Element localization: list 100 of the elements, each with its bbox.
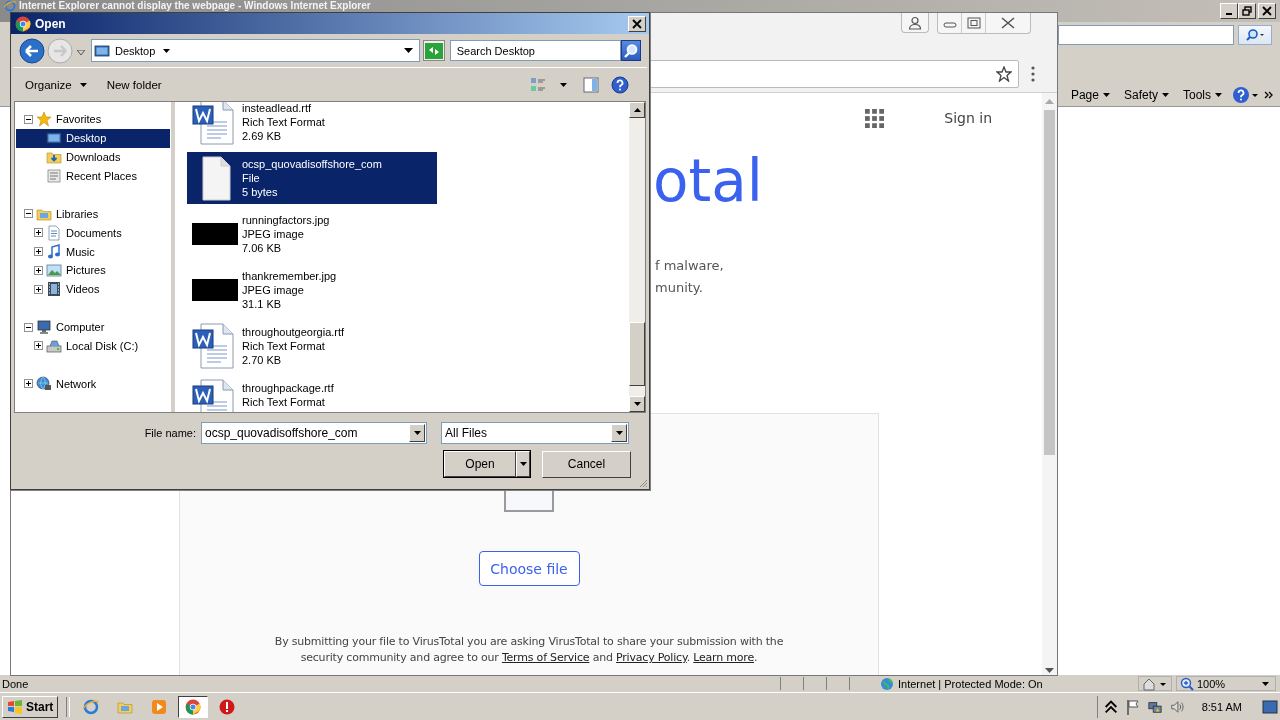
tree-item[interactable]: Local Disk (C:) — [16, 336, 170, 356]
tree-item[interactable]: Pictures — [16, 261, 170, 280]
tree-label: Computer — [56, 321, 105, 334]
scroll-down-icon[interactable] — [633, 402, 641, 406]
tree-item[interactable]: Downloads — [16, 147, 170, 167]
file-type-dropdown[interactable]: All Files — [441, 422, 629, 444]
expander-icon[interactable] — [34, 265, 43, 275]
profile-button[interactable] — [901, 13, 929, 33]
scroll-up-icon[interactable] — [633, 108, 641, 112]
maximize-icon — [966, 17, 981, 29]
search-field[interactable] — [1058, 25, 1234, 45]
search-icon — [623, 42, 640, 59]
notice-link[interactable]: Terms of Service — [501, 651, 590, 664]
command-menu[interactable]: Page — [1066, 88, 1114, 102]
preview-pane-icon[interactable] — [583, 76, 599, 93]
apps-grid-icon[interactable] — [865, 108, 885, 128]
browser-logo-icon — [83, 698, 100, 715]
tree-item[interactable]: Documents — [16, 223, 170, 243]
file-name-combobox[interactable]: ocsp_quovadisoffshore_com — [201, 422, 427, 444]
refresh-button[interactable] — [422, 40, 445, 61]
network-icon — [36, 375, 52, 392]
caret-icon — [1215, 93, 1222, 97]
caret-icon[interactable] — [615, 431, 623, 435]
show-hidden-icons-icon[interactable] — [1103, 698, 1118, 715]
back-button[interactable] — [19, 37, 45, 64]
scrollbar[interactable] — [1042, 93, 1057, 675]
file-item[interactable]: insteadlead.rtf Rich Text Format 2.69 KB — [187, 102, 437, 148]
file-item[interactable]: runningfactors.jpg JPEG image 7.06 KB — [187, 208, 437, 260]
file-type: File — [242, 171, 260, 185]
help-button[interactable] — [1232, 86, 1258, 104]
file-item[interactable]: thankremember.jpg JPEG image 31.1 KB — [187, 264, 437, 316]
search-button[interactable] — [1238, 25, 1272, 45]
file-item[interactable]: throughoutgeorgia.rtf Rich Text Format 2.70 KB — [187, 320, 437, 372]
expander-icon[interactable] — [24, 379, 33, 389]
tree-item[interactable]: Network — [16, 374, 170, 394]
sign-in-link[interactable]: Sign in — [944, 110, 992, 126]
scroll-down-icon[interactable] — [1045, 668, 1054, 673]
command-menu[interactable]: Tools — [1179, 88, 1226, 102]
tree-item[interactable]: Music — [16, 242, 170, 261]
scrollbar[interactable] — [629, 102, 645, 412]
flag-icon[interactable] — [1125, 698, 1140, 715]
expander-icon[interactable] — [24, 209, 33, 219]
restore-button[interactable] — [1238, 3, 1256, 19]
help-icon — [1232, 86, 1258, 104]
file-item[interactable]: throughpackage.rtf Rich Text Format — [187, 376, 437, 412]
bookmark-star-icon[interactable] — [996, 65, 1012, 82]
tree-item[interactable]: Recent Places — [16, 166, 170, 186]
scroll-thumb[interactable] — [1044, 110, 1055, 455]
menu-icon[interactable] — [1031, 65, 1035, 82]
dropdown-caret-icon[interactable] — [403, 48, 413, 53]
start-button[interactable]: Start — [2, 695, 59, 718]
tree-item[interactable]: Computer — [16, 317, 170, 337]
open-button[interactable]: Open — [444, 451, 516, 477]
expander-icon[interactable] — [34, 284, 43, 294]
chevron-icon[interactable] — [1264, 91, 1274, 99]
cancel-button[interactable]: Cancel — [542, 450, 631, 478]
tree-item[interactable]: Favorites — [16, 110, 170, 129]
file-name: runningfactors.jpg — [242, 213, 330, 227]
expander-icon[interactable] — [24, 322, 33, 332]
search-button[interactable] — [621, 40, 641, 61]
help-icon[interactable] — [611, 75, 629, 94]
clock[interactable]: 8:51 AM — [1201, 700, 1242, 713]
globe-icon — [880, 676, 894, 691]
security-zone: Internet | Protected Mode: On — [898, 677, 1044, 690]
desktop-icon — [46, 130, 62, 147]
zoom-button[interactable]: 100% — [1176, 676, 1276, 691]
expander-icon[interactable] — [34, 228, 43, 238]
description-text: munity. — [655, 279, 703, 297]
speaker-icon[interactable] — [1169, 698, 1184, 715]
expander-icon[interactable] — [34, 247, 43, 257]
scroll-thumb[interactable] — [629, 322, 645, 386]
notice-link[interactable]: Learn more — [693, 651, 754, 664]
caret-icon[interactable] — [560, 82, 567, 87]
taskbar-button[interactable] — [178, 695, 209, 718]
expander-icon[interactable] — [34, 341, 43, 351]
choose-file-button[interactable]: Choose file — [478, 551, 580, 586]
history-caret-icon[interactable] — [77, 50, 85, 55]
search-field[interactable]: Search Desktop — [449, 40, 622, 61]
caret-icon[interactable] — [413, 431, 421, 435]
tree-item[interactable]: Libraries — [16, 204, 170, 224]
chrome-logo-icon — [185, 698, 202, 715]
tree-item[interactable]: Videos — [16, 279, 170, 299]
caret-icon — [1162, 93, 1169, 97]
toolbar-button[interactable]: New folder — [100, 78, 168, 91]
command-menu[interactable]: Safety — [1119, 88, 1173, 102]
protection-button[interactable] — [1138, 676, 1172, 691]
notice-link[interactable]: Privacy Policy — [616, 651, 687, 664]
file-size: 31.1 KB — [242, 297, 282, 311]
expander-icon[interactable] — [24, 114, 33, 124]
toolbar-button[interactable]: Organize — [19, 78, 93, 91]
resize-grip-icon[interactable] — [638, 478, 648, 488]
close-button[interactable] — [1258, 3, 1276, 19]
dropdown-arrow-button[interactable] — [516, 451, 530, 477]
caret-icon[interactable] — [163, 48, 171, 53]
close-button[interactable] — [628, 15, 646, 32]
file-item[interactable]: ocsp_quovadisoffshore_com File 5 bytes — [187, 152, 437, 204]
tree-item[interactable]: Desktop — [16, 128, 170, 148]
location-crumb[interactable]: Desktop — [114, 44, 156, 57]
show-desktop-icon[interactable] — [1262, 699, 1278, 714]
location-bar[interactable]: Desktop — [90, 39, 420, 62]
